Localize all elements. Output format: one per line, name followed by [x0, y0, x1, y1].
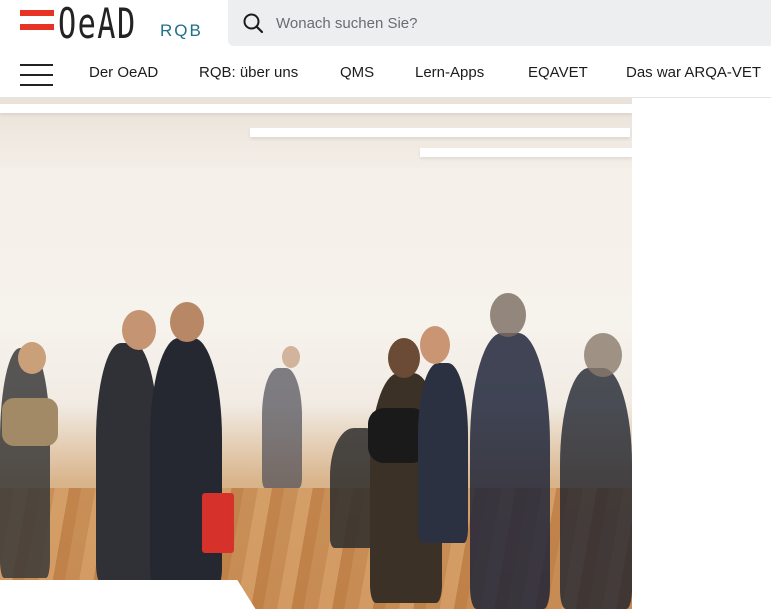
- austria-flag-icon: [20, 10, 54, 30]
- logo-brand-text: OeAD: [58, 0, 137, 48]
- person-head: [282, 346, 300, 368]
- content-card-corner: [0, 580, 258, 613]
- person-figure: [0, 348, 50, 578]
- person-head: [170, 302, 204, 342]
- ceiling-beam: [0, 104, 632, 113]
- person-figure: [262, 368, 302, 488]
- nav-item-der-oead[interactable]: Der OeAD: [89, 64, 158, 81]
- nav-item-lern-apps[interactable]: Lern-Apps: [415, 64, 484, 81]
- search-bar[interactable]: [228, 0, 771, 46]
- ceiling-beam: [420, 148, 632, 157]
- person-figure: [96, 343, 158, 583]
- oead-logo[interactable]: OeAD RQB: [20, 0, 220, 48]
- person-head: [388, 338, 420, 378]
- hamburger-menu-icon[interactable]: [20, 64, 53, 86]
- person-head: [18, 342, 46, 374]
- ceiling-beam: [250, 128, 630, 137]
- nav-item-rqb-ueber-uns[interactable]: RQB: über uns: [199, 64, 298, 81]
- person-figure: [560, 368, 632, 609]
- handbag: [2, 398, 58, 446]
- person-head: [420, 326, 450, 364]
- shopping-bag: [202, 493, 234, 553]
- site-header: OeAD RQB Der OeAD RQB: über uns QMS Lern…: [0, 0, 771, 98]
- nav-item-qms[interactable]: QMS: [340, 64, 374, 81]
- person-head: [122, 310, 156, 350]
- nav-item-das-war-arqa-vet[interactable]: Das war ARQA-VET: [626, 64, 761, 81]
- hero-image: [0, 98, 632, 609]
- person-head: [490, 293, 526, 337]
- nav-item-eqavet[interactable]: EQAVET: [528, 64, 588, 81]
- person-figure: [470, 333, 550, 609]
- person-figure: [418, 363, 468, 543]
- main-navigation: Der OeAD RQB: über uns QMS Lern-Apps EQA…: [0, 50, 771, 96]
- search-input[interactable]: [276, 0, 756, 46]
- logo-sub-text: RQB: [160, 21, 203, 40]
- person-head: [584, 333, 622, 377]
- search-icon[interactable]: [242, 12, 264, 34]
